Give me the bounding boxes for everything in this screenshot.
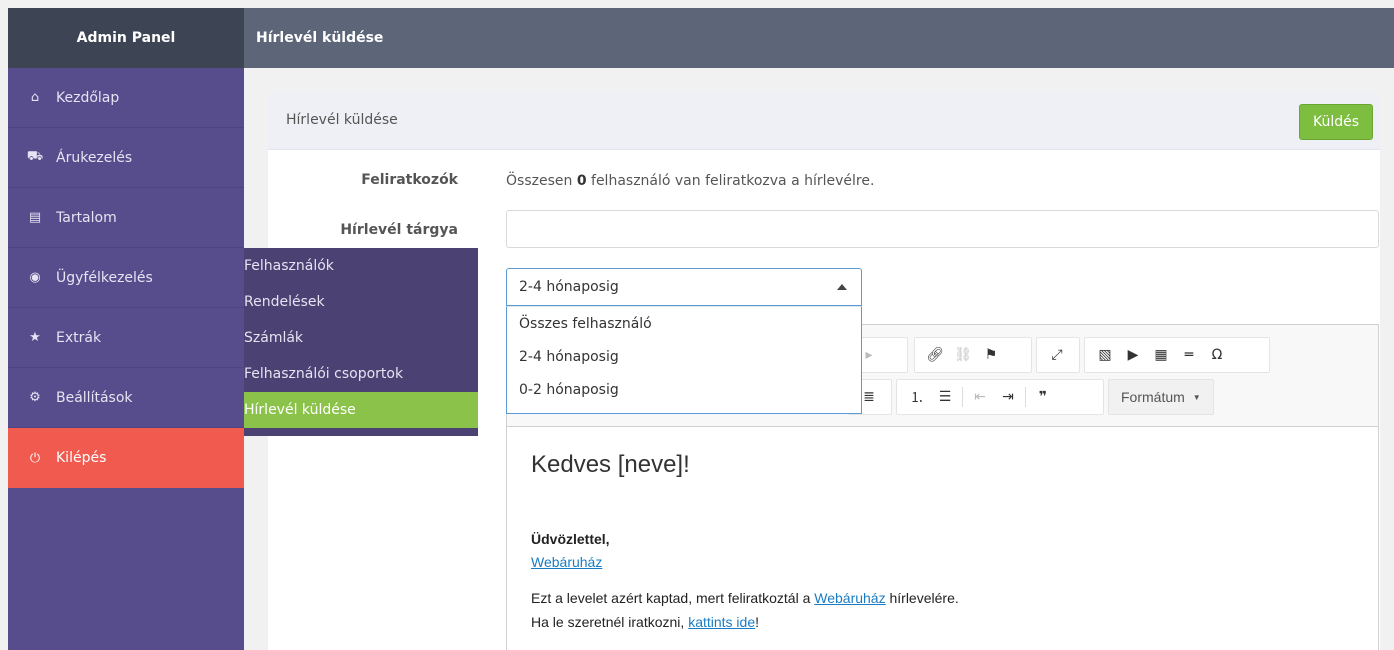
youtube-icon[interactable]: ▶	[1119, 341, 1147, 369]
power-icon: ⏻	[29, 450, 41, 466]
sidebar: ⌂ Kezdőlap ⛟ Árukezelés ▤ Tartalom ◉ Ügy…	[8, 68, 244, 650]
submenu-item-newsletter[interactable]: Hírlevél küldése	[244, 392, 478, 428]
customers-submenu: Felhasználók Rendelések Számlák Felhaszn…	[244, 248, 478, 436]
editor-body[interactable]: Kedves [neve]! Üdvözlettel, Webáruház Ez…	[531, 429, 1351, 633]
anchor-flag-icon[interactable]: ⚑	[977, 341, 1005, 369]
sidebar-item-customers[interactable]: ◉ Ügyfélkezelés	[8, 248, 244, 308]
sidebar-item-label: Extrák	[56, 329, 102, 346]
audience-option[interactable]: 2-4 hónaposig	[507, 340, 861, 373]
audience-select[interactable]: 2-4 hónaposig	[506, 268, 862, 306]
send-button[interactable]: Küldés	[1299, 104, 1373, 140]
sidebar-item-settings[interactable]: ⚙ Beállítások	[8, 368, 244, 428]
unsubscribe-link[interactable]: kattints ide	[688, 614, 755, 630]
audience-option[interactable]: Összes felhasználó	[507, 307, 861, 340]
submenu-item-label: Felhasználók	[244, 258, 334, 274]
star-icon: ★	[29, 330, 41, 345]
submenu-item-label: Rendelések	[244, 294, 325, 310]
sidebar-item-content[interactable]: ▤ Tartalom	[8, 188, 244, 248]
subject-label: Hírlevél tárgya	[340, 222, 458, 238]
table-icon[interactable]: ▦	[1147, 341, 1175, 369]
sidebar-item-home[interactable]: ⌂ Kezdőlap	[8, 68, 244, 128]
subscribers-count: 0	[576, 173, 587, 189]
sidebar-item-label: Tartalom	[56, 209, 117, 226]
sidebar-item-label: Beállítások	[56, 389, 133, 406]
truck-icon: ⛟	[26, 149, 44, 164]
image-icon[interactable]: ▧	[1091, 341, 1119, 369]
sidebar-item-label: Ügyfélkezelés	[56, 269, 153, 286]
subscribers-summary: Összesen 0 felhasználó van feliratkozva …	[506, 173, 874, 189]
blockquote-icon[interactable]: ❞	[1029, 383, 1057, 411]
reason-shop-link[interactable]: Webáruház	[814, 590, 885, 606]
indent-icon[interactable]: ⇥	[994, 383, 1022, 411]
home-icon: ⌂	[30, 90, 40, 105]
subscribers-label: Feliratkozók	[361, 172, 458, 188]
submenu-item-label: Számlák	[244, 330, 304, 346]
gear-icon: ⚙	[29, 390, 41, 405]
sidebar-item-label: Kilépés	[56, 450, 107, 466]
file-icon: ▤	[28, 210, 42, 225]
subject-input[interactable]	[506, 210, 1379, 248]
special-char-icon[interactable]: Ω	[1203, 341, 1231, 369]
unsubscribe-line: Ha le szeretnél iratkozni, kattints ide!	[531, 611, 1351, 633]
numbered-list-icon[interactable]: ⒈	[903, 383, 931, 411]
subscribers-suffix: felhasználó van feliratkozva a hírlevélr…	[591, 173, 875, 189]
scrollbar[interactable]	[1380, 68, 1394, 650]
sidebar-item-label: Kezdőlap	[56, 89, 120, 106]
sidebar-item-extras[interactable]: ★ Extrák	[8, 308, 244, 368]
format-label: Formátum	[1121, 389, 1185, 405]
user-circle-icon: ◉	[29, 270, 41, 285]
outdent-icon[interactable]: ⇤	[966, 383, 994, 411]
panel-header: Hírlevél küldése Küldés	[268, 92, 1392, 150]
sidebar-item-products[interactable]: ⛟ Árukezelés	[8, 128, 244, 188]
audience-options: Összes felhasználó 2-4 hónaposig 0-2 hón…	[506, 306, 862, 414]
caret-up-icon	[837, 284, 847, 290]
app-root: Admin Panel Hírlevél küldése ⌂ Kezdőlap …	[0, 0, 1394, 650]
unlink-icon[interactable]: ⛓	[949, 341, 977, 369]
format-dropdown[interactable]: Formátum ▼	[1108, 379, 1214, 415]
submenu-item-label: Hírlevél küldése	[244, 402, 356, 418]
audience-option[interactable]: 0-2 hónaposig	[507, 373, 861, 406]
toolbar-separator	[962, 387, 963, 407]
top-bar: Admin Panel Hírlevél küldése	[8, 8, 1394, 68]
reason-prefix: Ezt a levelet azért kaptad, mert felirat…	[531, 590, 811, 606]
unsub-prefix: Ha le szeretnél iratkozni,	[531, 614, 685, 630]
panel-title: Hírlevél küldése	[286, 112, 398, 128]
submenu-item-user-groups[interactable]: Felhasználói csoportok	[244, 356, 478, 392]
sidebar-item-logout[interactable]: ⏻ Kilépés	[8, 428, 244, 488]
unsub-suffix: !	[755, 614, 760, 630]
reason-suffix: hírlevelére.	[889, 590, 959, 606]
maximize-icon[interactable]: ⤢	[1043, 341, 1071, 369]
shop-link[interactable]: Webáruház	[531, 554, 602, 570]
submenu-item-label: Felhasználói csoportok	[244, 366, 404, 382]
audience-selected-value: 2-4 hónaposig	[519, 279, 619, 295]
email-greeting: Üdvözlettel,	[531, 531, 610, 547]
page-title: Hírlevél küldése	[256, 30, 384, 46]
reason-line: Ezt a levelet azért kaptad, mert felirat…	[531, 587, 1351, 609]
subscribers-prefix: Összesen	[506, 173, 573, 189]
submenu-item-users[interactable]: Felhasználók	[244, 248, 478, 284]
submenu-item-invoices[interactable]: Számlák	[244, 320, 478, 356]
link-icon[interactable]: 🔗︎	[921, 341, 949, 369]
submenu-item-orders[interactable]: Rendelések	[244, 284, 478, 320]
sidebar-item-label: Árukezelés	[56, 149, 133, 166]
bulleted-list-icon[interactable]: ☰	[931, 383, 959, 411]
caret-down-icon: ▼	[1192, 392, 1201, 402]
email-heading: Kedves [neve]!	[531, 451, 690, 478]
horizontal-rule-icon[interactable]: ═	[1175, 341, 1203, 369]
toolbar-separator	[1025, 387, 1026, 407]
brand-title[interactable]: Admin Panel	[8, 8, 244, 68]
